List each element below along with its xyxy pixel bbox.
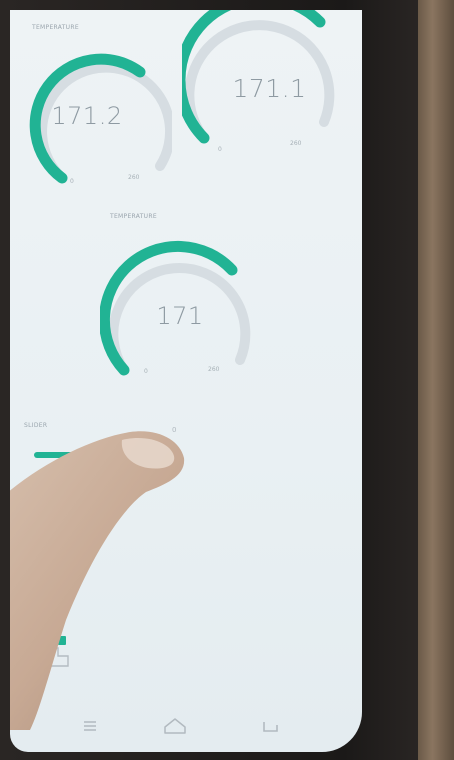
gauge-1-max: 260 — [128, 174, 140, 181]
gauge-3-min: 0 — [144, 368, 148, 375]
slider-max-label: 0 — [172, 426, 177, 434]
gauge-3-max: 260 — [208, 366, 220, 373]
gauge-2: 171.1 0 260 — [182, 10, 357, 160]
slider[interactable]: 0 — [34, 426, 184, 470]
gauge-1-value: 171.2 — [51, 102, 123, 130]
gauge-1-min: 0 — [70, 178, 74, 185]
home-icon[interactable] — [162, 714, 186, 738]
gauge-2-max: 260 — [290, 140, 302, 147]
widget-box-icon[interactable] — [48, 636, 70, 670]
menu-icon[interactable] — [78, 714, 102, 738]
gauge-2-value: 171.1 — [232, 74, 307, 103]
gauge-2-min: 0 — [218, 146, 222, 153]
slider-caption: SLIDER — [24, 422, 48, 429]
app-screen: TEMPERATURE 171.2 0 260 171.1 0 260 TEMP… — [10, 10, 362, 752]
back-icon[interactable] — [258, 714, 282, 738]
slider-fill[interactable] — [34, 452, 121, 458]
navigation-bar — [10, 706, 362, 746]
gauge-3-caption: TEMPERATURE — [110, 213, 157, 220]
gauge-3: 171 0 260 — [100, 222, 260, 382]
gauge-1: 171.2 0 260 — [22, 30, 172, 190]
background-wood — [418, 0, 454, 760]
gauge-3-value: 171 — [156, 302, 204, 330]
